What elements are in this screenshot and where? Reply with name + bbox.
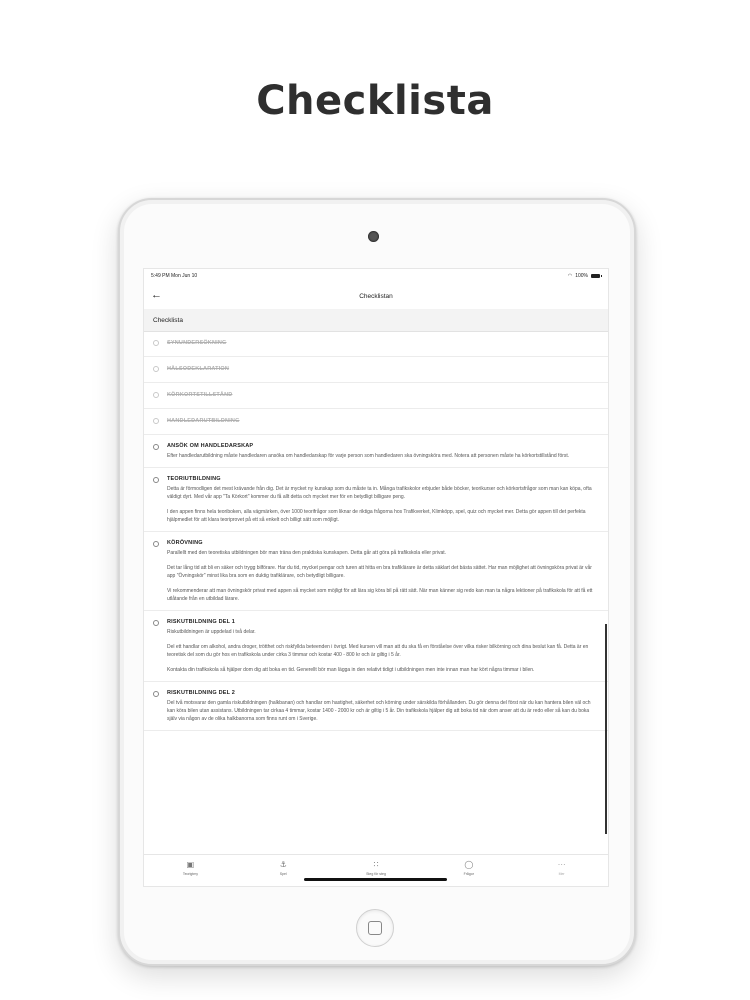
tab-label: Frågor — [463, 872, 474, 876]
home-indicator — [304, 878, 447, 881]
item-description: Detta är förmodligen det mest krävande f… — [167, 486, 592, 500]
checklist-item-done[interactable]: HANDLEDARUTBILDNING — [144, 409, 608, 435]
tab-label: Teorigtmy — [182, 872, 198, 876]
radio-icon[interactable] — [153, 392, 159, 398]
home-button[interactable] — [356, 909, 394, 947]
item-description: Efter handledarutbildning måste handleda… — [167, 453, 570, 459]
checklist-item-label: TEORIUTBILDNING — [167, 476, 221, 482]
tab-steg-for-steg[interactable]: ∷ Steg för steg — [330, 855, 423, 886]
steps-icon: ∷ — [373, 860, 379, 869]
status-time: 5:49 PM Mon Jun 10 — [151, 273, 198, 279]
tab-label: Mer — [558, 872, 565, 876]
item-description: I den appen finns hela teoriboken, alla … — [167, 509, 586, 523]
checklist-item-label: ANSÖK OM HANDLEDARSKAP — [167, 443, 254, 449]
more-icon: ⋯ — [557, 860, 566, 869]
camera-icon — [368, 231, 379, 242]
item-description: Riskutbildningen är uppdelad i två delar… — [167, 629, 256, 635]
section-header: Checklista — [144, 309, 608, 332]
item-description: Vi rekommenderar att man övningskör priv… — [167, 588, 593, 602]
wifi-icon: ◠ — [567, 273, 573, 279]
checklist-item-label: RISKUTBILDNING DEL 1 — [167, 619, 236, 625]
navigation-bar: ← Checklistan — [144, 283, 608, 309]
item-description: Kontakta din trafikskola så hjälper dom … — [167, 667, 535, 673]
battery-percent: 100% — [575, 273, 588, 279]
tab-bar: ▣ Teorigtmy ⚓ Spel ∷ Steg för steg ◯ Frå… — [144, 854, 608, 886]
tab-label: Spel — [279, 872, 287, 876]
checklist-item-label: HANDLEDARUTBILDNING — [167, 418, 240, 424]
item-description: Del ett handlar om alkohol, andra droger… — [167, 644, 589, 658]
checklist-item[interactable]: ANSÖK OM HANDLEDARSKAP Efter handledarut… — [144, 435, 608, 468]
item-description: Det tar lång tid att bli en säker och tr… — [167, 565, 592, 579]
checklist-item[interactable]: RISKUTBILDNING DEL 1 Riskutbildningen är… — [144, 611, 608, 682]
radio-icon[interactable] — [153, 340, 159, 346]
radio-icon[interactable] — [153, 620, 159, 626]
checklist-item-label: KÖRKORTSTILLSTÅND — [167, 392, 233, 398]
tab-fragor[interactable]: ◯ Frågor — [422, 855, 515, 886]
checklist-item-label: RISKUTBILDNING DEL 2 — [167, 690, 236, 696]
device-screen: 5:49 PM Mon Jun 10 ◠ 100% ← Checklistan … — [143, 268, 609, 887]
radio-icon[interactable] — [153, 366, 159, 372]
checklist-item-label: HÄLSODEKLARATION — [167, 366, 230, 372]
checklist-item-label: KÖRÖVNING — [167, 540, 203, 546]
checklist-item-done[interactable]: HÄLSODEKLARATION — [144, 357, 608, 383]
tab-label: Steg för steg — [366, 872, 386, 876]
scrollbar[interactable] — [605, 624, 607, 834]
checklist: SYNUNDERSÖKNING HÄLSODEKLARATION KÖRKORT… — [144, 331, 608, 731]
checklist-item-done[interactable]: KÖRKORTSTILLSTÅND — [144, 383, 608, 409]
status-bar: 5:49 PM Mon Jun 10 ◠ 100% — [144, 269, 608, 283]
tab-teori[interactable]: ▣ Teorigtmy — [144, 855, 237, 886]
status-indicators: ◠ 100% — [567, 273, 602, 279]
radio-icon[interactable] — [153, 477, 159, 483]
item-description: Parallellt med den teoretiska utbildning… — [167, 550, 447, 556]
chat-icon: ◯ — [464, 860, 474, 869]
clipboard-icon: ▣ — [186, 860, 195, 869]
checklist-item[interactable]: RISKUTBILDNING DEL 2 Del två motsvarar d… — [144, 682, 608, 731]
anchor-icon: ⚓ — [279, 860, 287, 869]
radio-icon[interactable] — [153, 444, 159, 450]
checklist-item[interactable]: TEORIUTBILDNING Detta är förmodligen det… — [144, 468, 608, 532]
checklist-item[interactable]: KÖRÖVNING Parallellt med den teoretiska … — [144, 532, 608, 611]
radio-icon[interactable] — [153, 691, 159, 697]
checklist-item-done[interactable]: SYNUNDERSÖKNING — [144, 331, 608, 357]
battery-icon — [591, 274, 602, 278]
tab-mer[interactable]: ⋯ Mer — [515, 855, 608, 886]
tab-spel[interactable]: ⚓ Spel — [237, 855, 330, 886]
radio-icon[interactable] — [153, 541, 159, 547]
checklist-item-label: SYNUNDERSÖKNING — [167, 340, 227, 346]
radio-icon[interactable] — [153, 418, 159, 424]
page-title: Checklista — [256, 78, 494, 124]
section-header-label: Checklista — [153, 317, 183, 324]
item-description: Del två motsvarar den gamla riskutbildni… — [167, 700, 591, 722]
home-square-icon — [368, 921, 382, 935]
nav-title: Checklistan — [359, 293, 393, 300]
